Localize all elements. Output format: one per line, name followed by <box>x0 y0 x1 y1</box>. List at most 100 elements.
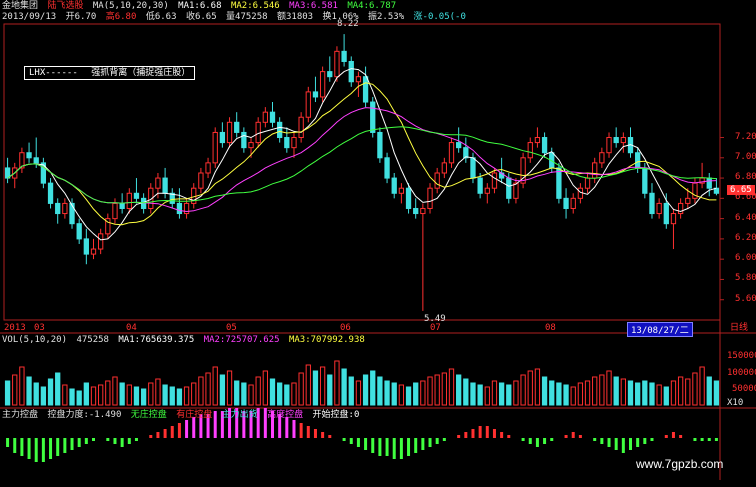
volume-bar <box>298 372 304 406</box>
candle-body <box>534 137 541 144</box>
volume-bar <box>484 386 490 406</box>
volume-bar <box>377 376 383 406</box>
volume-header: VOL(5,10,20) 475258 MA1:765639.375 MA2:7… <box>2 335 369 346</box>
volume-bar <box>212 366 218 406</box>
candle-body <box>119 202 125 209</box>
volume-bar <box>327 374 333 406</box>
volume-bar <box>219 374 226 406</box>
ind-s5: 开始控盘:0 <box>312 410 360 420</box>
volume-bar <box>541 376 548 406</box>
volume-bar <box>434 374 440 406</box>
candle-body <box>441 162 447 174</box>
volume-bar <box>441 372 447 406</box>
volume-bar <box>162 384 168 406</box>
volume-bar <box>362 374 369 406</box>
candle-body <box>470 157 476 179</box>
candle-body <box>463 147 469 159</box>
volume-bar <box>40 386 47 406</box>
candle-body <box>90 248 97 255</box>
volume-bar <box>69 388 75 406</box>
candle-body <box>434 172 440 189</box>
volume-bar <box>685 378 691 406</box>
volume-bar <box>55 372 61 406</box>
candle-body <box>613 137 619 144</box>
volume-bar <box>191 382 197 406</box>
volume-bar <box>613 376 619 406</box>
volume-bar <box>262 370 268 406</box>
price-tick: 7.00 <box>735 151 756 162</box>
volume-bar <box>341 368 347 406</box>
period-label[interactable]: 日线 <box>730 323 748 334</box>
price-tick: 6.80 <box>735 172 756 183</box>
volume-bar <box>348 376 354 406</box>
volume-bar <box>527 370 533 406</box>
vol-tick-100000: 100000 <box>727 368 756 378</box>
volume-bar <box>176 388 183 406</box>
volume-bar <box>112 376 118 406</box>
volume-bar <box>384 380 390 406</box>
price-tick: 7.20 <box>735 131 756 142</box>
vol-title: VOL(5,10,20) <box>2 335 68 345</box>
candle-body <box>140 197 147 209</box>
vol-unit: X10 <box>727 398 744 408</box>
volume-bars <box>4 360 720 406</box>
candle-body <box>162 177 168 194</box>
candle-body <box>98 233 104 250</box>
candle-body <box>370 101 376 133</box>
volume-bar <box>47 378 54 406</box>
volume-bar <box>391 382 397 406</box>
volume-bar <box>19 366 25 406</box>
candle-body <box>305 91 311 118</box>
candle-body <box>33 157 39 164</box>
volume-bar <box>692 372 698 406</box>
volume-bar <box>506 384 512 406</box>
candle-body <box>319 71 326 98</box>
time-label-03: 03 <box>34 323 45 333</box>
candle-body <box>491 172 498 189</box>
ind-name: 主力控盘 <box>2 410 39 420</box>
candle-body <box>334 50 340 78</box>
candle-body <box>456 142 462 149</box>
time-label-year: 2013 <box>4 323 26 333</box>
candle-body <box>83 238 89 255</box>
candle-body <box>413 207 419 215</box>
volume-bar <box>319 366 326 406</box>
candle-body <box>47 182 54 204</box>
candle-body <box>112 202 118 220</box>
volume-bar <box>606 370 612 406</box>
volume-bar <box>584 380 591 406</box>
candle-body <box>312 91 319 98</box>
candle-body <box>506 177 512 199</box>
volume-bar <box>76 390 82 406</box>
price-frame <box>3 23 721 321</box>
price-tick: 6.00 <box>735 253 756 264</box>
vol-tick-150000: 150000 <box>727 351 756 361</box>
candle-body <box>126 192 132 209</box>
volume-bar <box>470 382 476 406</box>
volume-bar <box>563 384 569 406</box>
volume-bar <box>635 382 641 406</box>
candle-body <box>677 202 684 215</box>
candle-body <box>234 121 240 133</box>
volume-bar <box>627 380 634 406</box>
candle-body <box>577 187 584 199</box>
volume-bar <box>248 384 254 406</box>
candle-body <box>670 213 677 225</box>
volume-bar <box>420 380 426 406</box>
candle-body <box>484 187 490 194</box>
current-price-badge: 6.65 <box>727 185 755 195</box>
time-label-04: 04 <box>126 323 137 333</box>
ind-s1: 无庄控盘 <box>130 410 167 420</box>
vol-ma3: MA3:707992.938 <box>288 335 365 345</box>
volume-bar <box>126 384 132 406</box>
volume-bar <box>456 374 462 406</box>
candle-body <box>398 187 405 194</box>
candle-body <box>133 192 140 199</box>
volume-bar <box>355 380 362 406</box>
volume-bar <box>620 378 626 406</box>
candle-body <box>706 177 712 189</box>
volume-bar <box>241 382 247 406</box>
candle-body <box>269 111 276 123</box>
candle-body <box>226 121 233 144</box>
candle-body <box>584 177 591 189</box>
